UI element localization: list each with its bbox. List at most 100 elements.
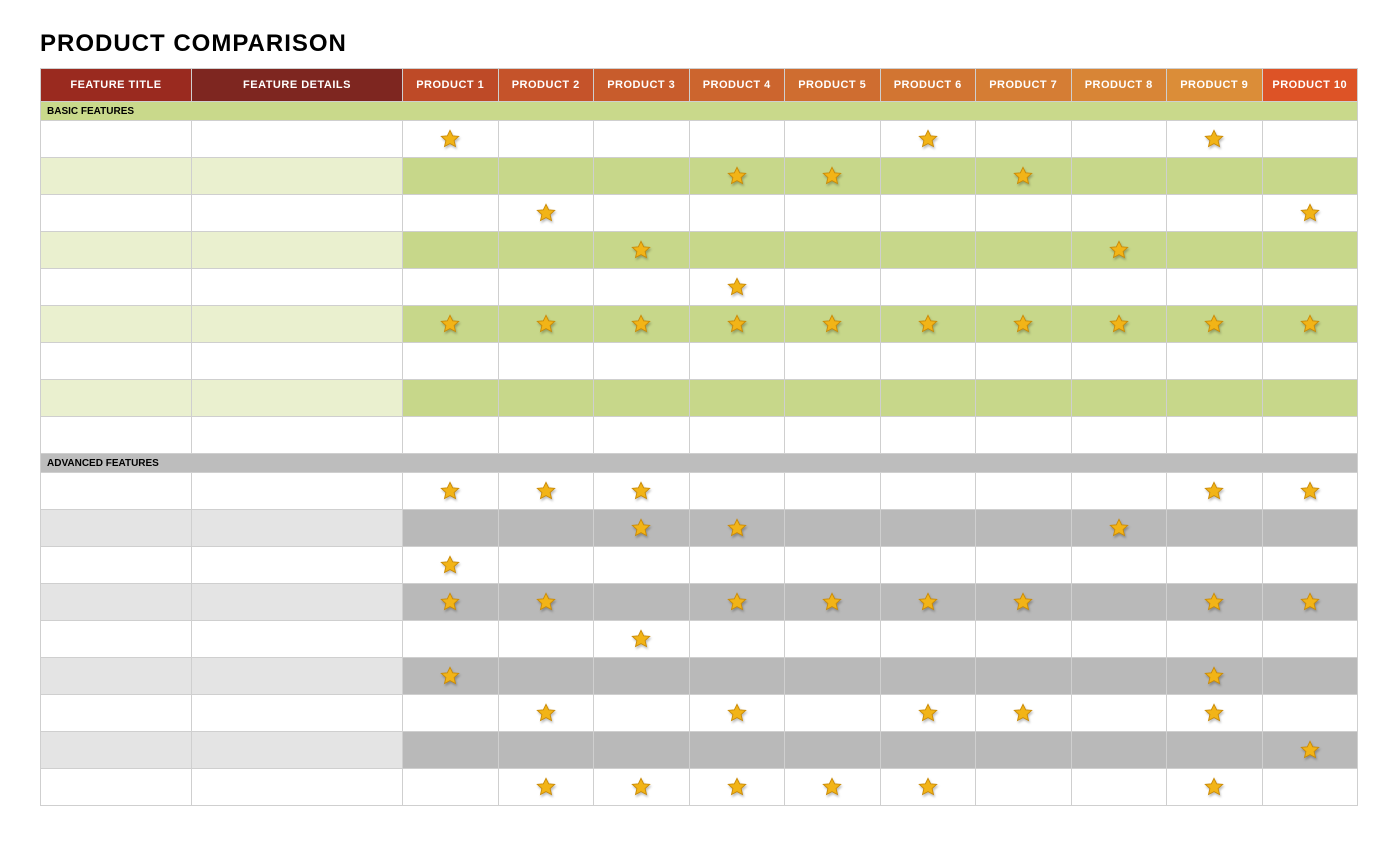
feature-cell[interactable] <box>689 769 785 806</box>
feature-details-cell[interactable] <box>192 380 403 417</box>
feature-cell[interactable] <box>1167 510 1263 547</box>
feature-details-cell[interactable] <box>192 621 403 658</box>
feature-cell[interactable] <box>976 417 1072 454</box>
feature-title-cell[interactable] <box>41 473 192 510</box>
feature-cell[interactable] <box>403 380 499 417</box>
feature-cell[interactable] <box>1167 695 1263 732</box>
feature-cell[interactable] <box>880 121 976 158</box>
feature-cell[interactable] <box>1071 306 1167 343</box>
feature-details-cell[interactable] <box>192 417 403 454</box>
feature-details-cell[interactable] <box>192 306 403 343</box>
feature-cell[interactable] <box>1262 232 1358 269</box>
feature-cell[interactable] <box>880 621 976 658</box>
feature-cell[interactable] <box>689 121 785 158</box>
feature-details-cell[interactable] <box>192 232 403 269</box>
feature-cell[interactable] <box>1071 343 1167 380</box>
feature-cell[interactable] <box>976 195 1072 232</box>
feature-cell[interactable] <box>594 380 690 417</box>
feature-cell[interactable] <box>976 269 1072 306</box>
feature-cell[interactable] <box>1262 158 1358 195</box>
feature-cell[interactable] <box>689 732 785 769</box>
feature-cell[interactable] <box>689 695 785 732</box>
feature-cell[interactable] <box>594 195 690 232</box>
feature-details-cell[interactable] <box>192 195 403 232</box>
feature-cell[interactable] <box>976 232 1072 269</box>
feature-cell[interactable] <box>1071 547 1167 584</box>
feature-details-cell[interactable] <box>192 584 403 621</box>
feature-cell[interactable] <box>880 417 976 454</box>
feature-cell[interactable] <box>1071 121 1167 158</box>
feature-title-cell[interactable] <box>41 158 192 195</box>
feature-cell[interactable] <box>976 658 1072 695</box>
feature-cell[interactable] <box>594 473 690 510</box>
feature-cell[interactable] <box>403 269 499 306</box>
feature-cell[interactable] <box>498 417 594 454</box>
feature-cell[interactable] <box>594 621 690 658</box>
feature-cell[interactable] <box>1167 621 1263 658</box>
feature-cell[interactable] <box>785 658 881 695</box>
feature-cell[interactable] <box>1167 232 1263 269</box>
feature-cell[interactable] <box>689 473 785 510</box>
feature-cell[interactable] <box>880 343 976 380</box>
feature-cell[interactable] <box>403 695 499 732</box>
feature-cell[interactable] <box>689 380 785 417</box>
feature-cell[interactable] <box>976 121 1072 158</box>
feature-cell[interactable] <box>498 510 594 547</box>
feature-cell[interactable] <box>880 269 976 306</box>
feature-cell[interactable] <box>594 121 690 158</box>
feature-cell[interactable] <box>1167 380 1263 417</box>
feature-cell[interactable] <box>1262 473 1358 510</box>
feature-cell[interactable] <box>1262 121 1358 158</box>
feature-cell[interactable] <box>976 473 1072 510</box>
feature-cell[interactable] <box>1262 621 1358 658</box>
feature-cell[interactable] <box>498 306 594 343</box>
feature-cell[interactable] <box>1167 158 1263 195</box>
feature-cell[interactable] <box>785 473 881 510</box>
feature-cell[interactable] <box>976 621 1072 658</box>
feature-title-cell[interactable] <box>41 695 192 732</box>
feature-cell[interactable] <box>1071 510 1167 547</box>
feature-cell[interactable] <box>785 269 881 306</box>
feature-details-cell[interactable] <box>192 658 403 695</box>
feature-cell[interactable] <box>689 510 785 547</box>
feature-cell[interactable] <box>785 195 881 232</box>
feature-cell[interactable] <box>785 584 881 621</box>
feature-cell[interactable] <box>403 584 499 621</box>
feature-cell[interactable] <box>594 232 690 269</box>
feature-title-cell[interactable] <box>41 343 192 380</box>
feature-cell[interactable] <box>498 695 594 732</box>
feature-cell[interactable] <box>1071 732 1167 769</box>
feature-cell[interactable] <box>1262 547 1358 584</box>
feature-cell[interactable] <box>880 695 976 732</box>
feature-cell[interactable] <box>880 584 976 621</box>
feature-cell[interactable] <box>1071 195 1167 232</box>
feature-cell[interactable] <box>1167 769 1263 806</box>
feature-cell[interactable] <box>1071 232 1167 269</box>
feature-cell[interactable] <box>689 658 785 695</box>
feature-cell[interactable] <box>594 658 690 695</box>
feature-cell[interactable] <box>594 417 690 454</box>
feature-cell[interactable] <box>880 380 976 417</box>
feature-cell[interactable] <box>1262 417 1358 454</box>
feature-cell[interactable] <box>1071 658 1167 695</box>
feature-cell[interactable] <box>785 547 881 584</box>
feature-cell[interactable] <box>785 306 881 343</box>
feature-title-cell[interactable] <box>41 195 192 232</box>
feature-cell[interactable] <box>880 547 976 584</box>
feature-cell[interactable] <box>1262 269 1358 306</box>
feature-cell[interactable] <box>403 343 499 380</box>
feature-cell[interactable] <box>785 695 881 732</box>
feature-cell[interactable] <box>1071 417 1167 454</box>
feature-cell[interactable] <box>403 473 499 510</box>
feature-cell[interactable] <box>594 269 690 306</box>
feature-title-cell[interactable] <box>41 658 192 695</box>
feature-cell[interactable] <box>976 695 1072 732</box>
feature-title-cell[interactable] <box>41 510 192 547</box>
feature-title-cell[interactable] <box>41 584 192 621</box>
feature-cell[interactable] <box>880 732 976 769</box>
feature-cell[interactable] <box>498 658 594 695</box>
feature-cell[interactable] <box>785 417 881 454</box>
feature-title-cell[interactable] <box>41 380 192 417</box>
feature-cell[interactable] <box>498 547 594 584</box>
feature-cell[interactable] <box>594 732 690 769</box>
